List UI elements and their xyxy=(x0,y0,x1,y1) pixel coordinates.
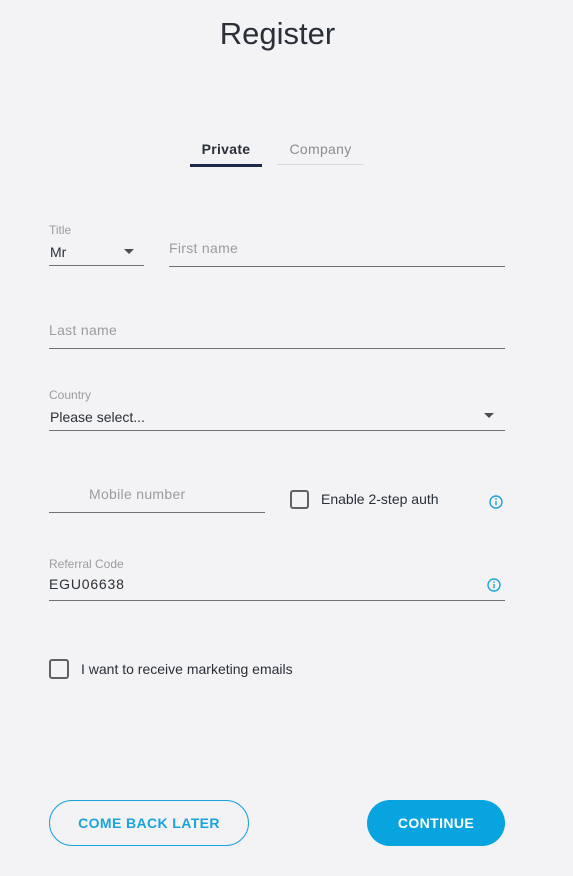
country-select-label: Country xyxy=(49,388,92,402)
mobile-number-field[interactable]: Mobile number xyxy=(49,478,265,512)
chevron-down-icon xyxy=(484,413,494,418)
referral-code-value: EGU06638 xyxy=(49,576,125,592)
country-select[interactable]: Please select... xyxy=(49,405,505,430)
last-name-underline xyxy=(49,348,505,349)
country-select-value: Please select... xyxy=(50,409,145,425)
first-name-placeholder: First name xyxy=(169,240,239,256)
referral-code-label: Referral Code xyxy=(49,557,124,571)
mobile-number-underline xyxy=(49,512,265,513)
tab-inactive-indicator xyxy=(277,164,364,165)
first-name-field[interactable]: First name xyxy=(169,232,505,266)
country-select-underline xyxy=(49,430,505,431)
referral-code-underline xyxy=(49,600,505,601)
info-icon[interactable] xyxy=(489,495,503,509)
marketing-emails-checkbox[interactable] xyxy=(49,659,69,679)
mobile-number-placeholder: Mobile number xyxy=(89,486,186,502)
info-icon[interactable] xyxy=(487,578,501,592)
title-select-underline xyxy=(49,265,144,266)
first-name-underline xyxy=(169,266,505,267)
chevron-down-icon xyxy=(124,249,134,254)
referral-code-field[interactable]: EGU06638 xyxy=(49,572,505,600)
tab-active-indicator xyxy=(190,164,262,167)
tab-company[interactable]: Company xyxy=(277,141,364,157)
two-step-auth-label: Enable 2-step auth xyxy=(321,491,439,507)
page-title: Register xyxy=(219,16,336,51)
marketing-emails-label: I want to receive marketing emails xyxy=(81,661,293,677)
two-step-auth-checkbox[interactable] xyxy=(290,490,309,509)
continue-button[interactable]: CONTINUE xyxy=(367,800,505,846)
last-name-placeholder: Last name xyxy=(49,322,118,338)
come-back-later-button[interactable]: COME BACK LATER xyxy=(49,800,249,846)
last-name-field[interactable]: Last name xyxy=(49,314,505,348)
title-select[interactable]: Mr xyxy=(49,240,144,266)
tab-private[interactable]: Private xyxy=(190,141,262,157)
title-select-value: Mr xyxy=(50,244,67,260)
title-select-label: Title xyxy=(49,223,72,237)
